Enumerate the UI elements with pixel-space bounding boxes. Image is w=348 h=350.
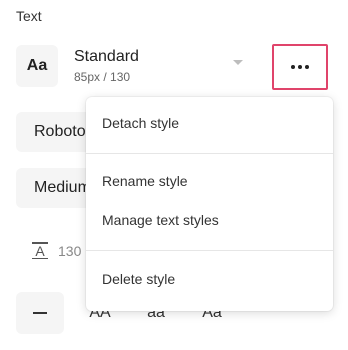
dash-icon bbox=[33, 312, 47, 314]
menu-item-manage-text-styles[interactable]: Manage text styles bbox=[102, 212, 219, 228]
line-height-field[interactable]: A 130 bbox=[30, 242, 81, 259]
text-style-preview-icon[interactable]: Aa bbox=[16, 45, 58, 87]
more-options-button[interactable] bbox=[272, 44, 328, 90]
menu-item-detach-style[interactable]: Detach style bbox=[102, 115, 179, 131]
text-style-name[interactable]: Standard bbox=[74, 48, 139, 66]
dot bbox=[298, 65, 302, 69]
case-none-button[interactable] bbox=[16, 292, 64, 334]
text-style-panel: Text Aa Standard 85px / 130 Roboto Mediu… bbox=[0, 0, 348, 350]
chevron-down-icon[interactable] bbox=[233, 60, 243, 65]
dot bbox=[305, 65, 309, 69]
ellipsis-icon bbox=[291, 65, 309, 69]
text-style-meta: 85px / 130 bbox=[74, 70, 131, 84]
menu-divider bbox=[86, 153, 333, 154]
menu-divider bbox=[86, 250, 333, 251]
style-options-menu: Detach style Rename style Manage text st… bbox=[86, 97, 333, 311]
line-height-value: 130 bbox=[58, 242, 82, 259]
dot bbox=[291, 65, 295, 69]
line-height-icon: A bbox=[30, 242, 50, 259]
menu-item-rename-style[interactable]: Rename style bbox=[102, 173, 188, 189]
menu-item-delete-style[interactable]: Delete style bbox=[102, 271, 175, 287]
section-title: Text bbox=[16, 8, 42, 24]
